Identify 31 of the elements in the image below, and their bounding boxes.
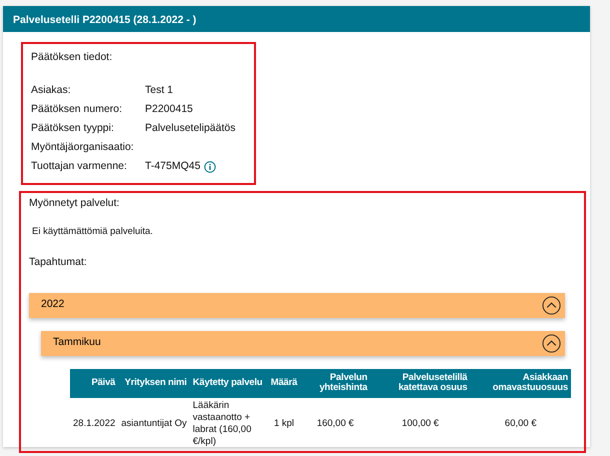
section-heading: Myönnetyt palvelut: xyxy=(29,196,120,211)
table-cell-text: 160,00 € xyxy=(316,417,355,432)
accordion-header[interactable]: 2022 xyxy=(29,292,565,318)
field-label: Myöntäjäorganisaatio: xyxy=(31,140,135,156)
section-heading: Tapahtumat: xyxy=(29,254,88,270)
column-header: Päivä xyxy=(70,368,118,398)
empty-message: Ei käyttämättömiä palveluita. xyxy=(32,226,153,236)
column-header: Asiakkaan omavastuuosuus xyxy=(470,368,571,398)
accordion-header[interactable]: Tammikuu xyxy=(41,330,565,356)
field-value: T-475MQ45 xyxy=(145,159,200,174)
field-value: P2200415 xyxy=(145,102,193,118)
column-header: Palvelun yhteishinta xyxy=(300,368,370,398)
card-title: Palvelusetelli P2200415 (28.1.2022 - ) xyxy=(3,6,590,32)
info-icon[interactable] xyxy=(204,161,216,174)
table-cell-text: Lääkärin vastaanotto + labrat (160,00 €/kpl) xyxy=(192,399,252,449)
table-cell-text: 100,00 € xyxy=(400,417,440,432)
field-value: Palvelusetelipäätös xyxy=(145,121,236,136)
table-cell-text: 28.1.2022 xyxy=(72,417,116,432)
field-label: Päätöksen tyyppi: xyxy=(31,121,115,136)
column-header: Yrityksen nimi xyxy=(118,368,190,398)
table-cell-text: 1 kpl xyxy=(272,417,296,432)
table-cell-text: 60,00 € xyxy=(504,417,538,432)
column-header: Palvelusetelillä katettava osuus xyxy=(370,368,470,398)
field-label: Tuottajan varmenne: xyxy=(31,159,128,174)
table-cell-text: asiantuntijat Oy xyxy=(120,417,188,432)
column-header: Käytetty palvelu xyxy=(190,368,268,398)
section-heading: Päätöksen tiedot: xyxy=(31,50,114,65)
field-label: Asiakas: xyxy=(31,83,72,98)
column-header: Määrä xyxy=(268,368,300,398)
field-label: Päätöksen numero: xyxy=(31,102,124,118)
field-value: Test 1 xyxy=(145,83,174,98)
